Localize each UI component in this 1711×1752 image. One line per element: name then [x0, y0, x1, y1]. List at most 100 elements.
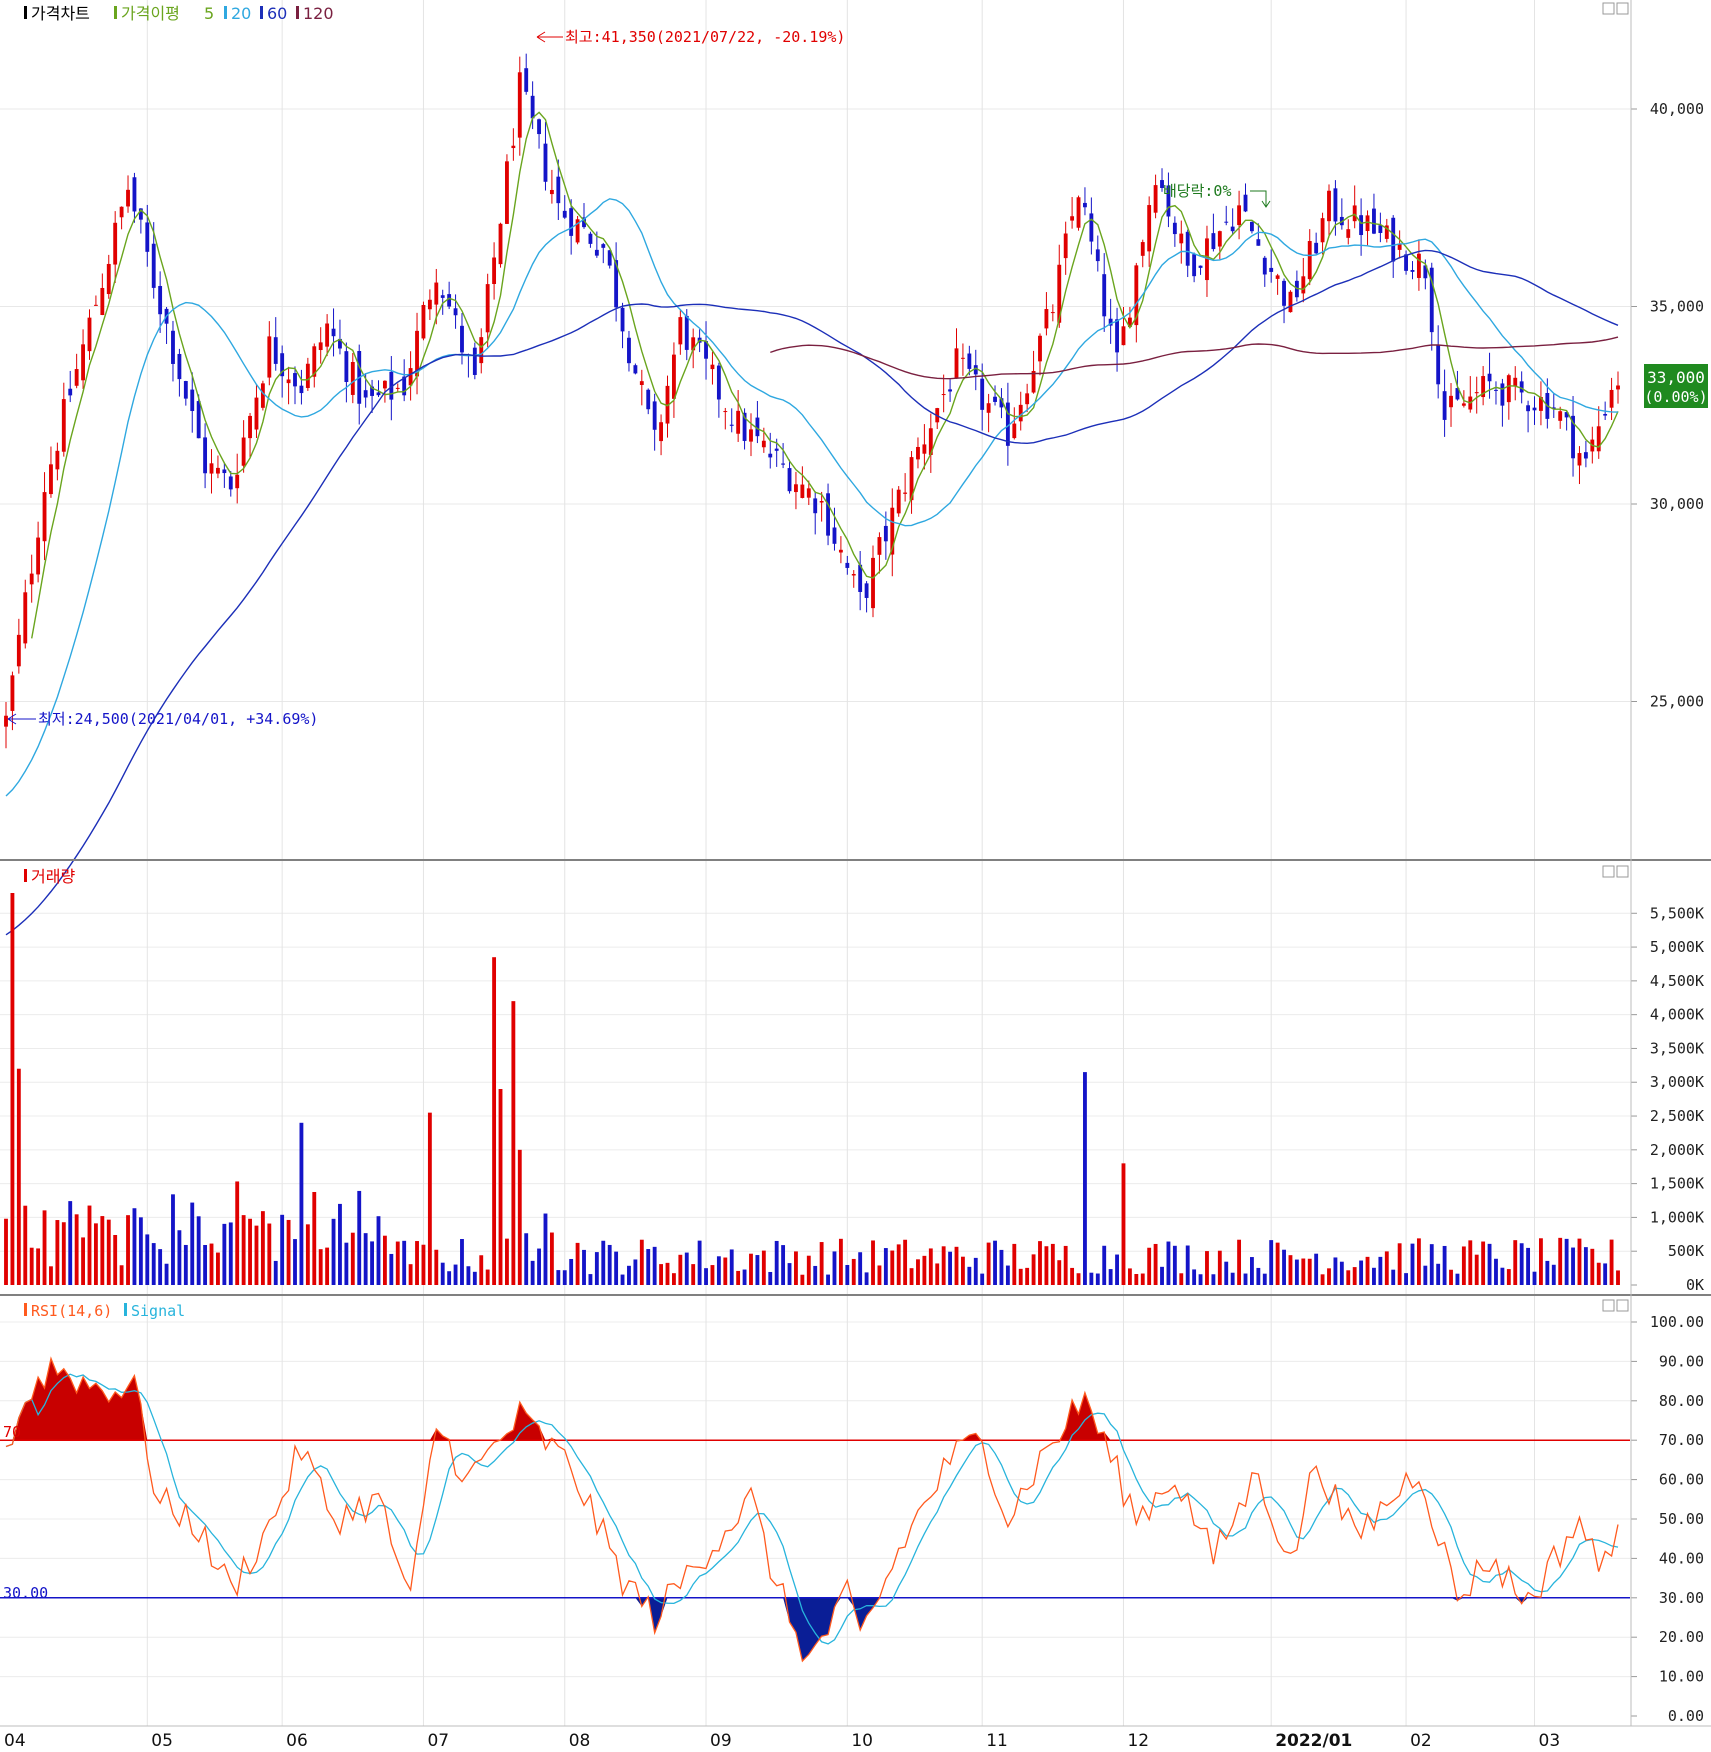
- rsi-legend: RSI(14,6) Signal: [24, 1302, 185, 1320]
- price-tick-label: 25,000: [1650, 693, 1704, 711]
- candle-body: [768, 453, 773, 458]
- volume-bar: [1372, 1267, 1376, 1285]
- legend-marker: [114, 6, 117, 19]
- volume-bar: [1275, 1242, 1280, 1285]
- candle-body: [794, 484, 798, 493]
- candle-body: [177, 353, 182, 380]
- volume-tick-label: 5,500K: [1650, 904, 1704, 922]
- volume-bar: [665, 1262, 670, 1285]
- candle-body: [1147, 205, 1152, 252]
- candle-body: [145, 222, 150, 252]
- volume-bar: [896, 1244, 901, 1285]
- volume-bar: [704, 1268, 708, 1285]
- volume-bar: [1031, 1254, 1036, 1285]
- candle-body: [1083, 202, 1087, 208]
- candle-body: [1404, 254, 1408, 271]
- candle-body: [716, 365, 721, 400]
- volume-bar: [517, 1149, 522, 1285]
- candle-body: [723, 411, 728, 413]
- candle-body: [838, 549, 843, 553]
- low-annotation: 최저:24,500(2021/04/01, +34.69%): [38, 710, 318, 728]
- volume-bar: [883, 1248, 888, 1285]
- volume-bar: [222, 1223, 227, 1285]
- rsi-tick-label: 10.00: [1659, 1668, 1704, 1686]
- x-axis-label: 08: [569, 1731, 591, 1751]
- volume-bar: [684, 1252, 689, 1285]
- volume-bar: [562, 1270, 567, 1285]
- candle-body: [87, 317, 92, 352]
- candle-body: [530, 95, 535, 119]
- volume-bar: [813, 1265, 818, 1285]
- volume-bar: [177, 1230, 182, 1285]
- stock-chart[interactable]: 40,000 35,000 30,000 25,000 5,500K 5,000K 4,50…: [0, 0, 1711, 1752]
- current-price-label: 33,000 (0.00%): [1644, 364, 1708, 408]
- legend-marker: [24, 1303, 27, 1316]
- volume-bar: [299, 1122, 304, 1285]
- volume-bar: [1250, 1257, 1254, 1285]
- price-panel[interactable]: [0, 0, 1630, 860]
- volume-bar: [819, 1242, 824, 1285]
- candle-body: [883, 525, 888, 542]
- volume-bar: [1038, 1241, 1042, 1285]
- candle-body: [183, 381, 188, 399]
- volume-bar: [607, 1244, 612, 1285]
- volume-bar: [16, 1068, 21, 1285]
- candle-body: [1558, 411, 1563, 421]
- candle-body: [228, 476, 233, 490]
- volume-bar: [627, 1265, 631, 1285]
- candle-body: [736, 410, 741, 434]
- candle-body: [1095, 249, 1100, 262]
- volume-bar: [1314, 1253, 1319, 1285]
- candle-body: [1044, 309, 1049, 329]
- volume-bar: [671, 1273, 676, 1285]
- volume-bar: [1494, 1258, 1498, 1285]
- volume-bar: [1487, 1243, 1492, 1285]
- volume-bar: [138, 1217, 143, 1285]
- volume-bar: [691, 1264, 696, 1285]
- candle-body: [1320, 218, 1325, 243]
- volume-bar: [357, 1190, 362, 1285]
- volume-bar: [305, 1224, 310, 1285]
- volume-bar: [1063, 1245, 1068, 1285]
- volume-bar: [248, 1218, 252, 1285]
- high-annotation: 최고:41,350(2021/07/22, -20.19%): [565, 28, 845, 46]
- volume-bar: [723, 1257, 728, 1285]
- volume-bar: [453, 1264, 458, 1285]
- candle-body: [864, 583, 869, 598]
- volume-bar: [537, 1248, 541, 1285]
- volume-bar: [1005, 1265, 1010, 1285]
- rsi-legend-title: RSI(14,6): [31, 1302, 112, 1320]
- candle-body: [1577, 453, 1582, 466]
- volume-bar: [1262, 1273, 1267, 1285]
- candle-body: [492, 257, 497, 284]
- candle-body: [1609, 389, 1614, 408]
- legend-marker: [24, 869, 27, 882]
- volume-bar: [447, 1271, 452, 1285]
- volume-bar: [87, 1205, 92, 1285]
- volume-bar: [928, 1248, 933, 1285]
- candle-body: [986, 403, 991, 413]
- ma120-legend: 120: [303, 4, 334, 23]
- volume-bar: [993, 1240, 997, 1285]
- x-axis-label: 06: [286, 1731, 308, 1751]
- ma60-legend: 60: [267, 4, 287, 23]
- candle-body: [993, 396, 997, 402]
- volume-bar: [209, 1243, 214, 1285]
- volume-bar: [1365, 1256, 1370, 1285]
- candle-body: [1172, 222, 1177, 235]
- volume-bar: [1172, 1245, 1177, 1285]
- candle-body: [382, 380, 387, 389]
- volume-bar: [1070, 1267, 1075, 1285]
- candle-body: [74, 369, 79, 386]
- volume-bar: [1192, 1269, 1197, 1285]
- volume-bar: [1198, 1274, 1203, 1285]
- candle-body: [1237, 205, 1242, 226]
- candle-body: [408, 368, 413, 386]
- volume-bar: [543, 1213, 548, 1285]
- rsi-panel[interactable]: [0, 1296, 1630, 1726]
- volume-bar: [119, 1265, 124, 1285]
- volume-bar: [1397, 1243, 1402, 1285]
- volume-bar: [1558, 1237, 1563, 1285]
- volume-bar: [460, 1239, 464, 1285]
- candle-body: [1140, 242, 1145, 256]
